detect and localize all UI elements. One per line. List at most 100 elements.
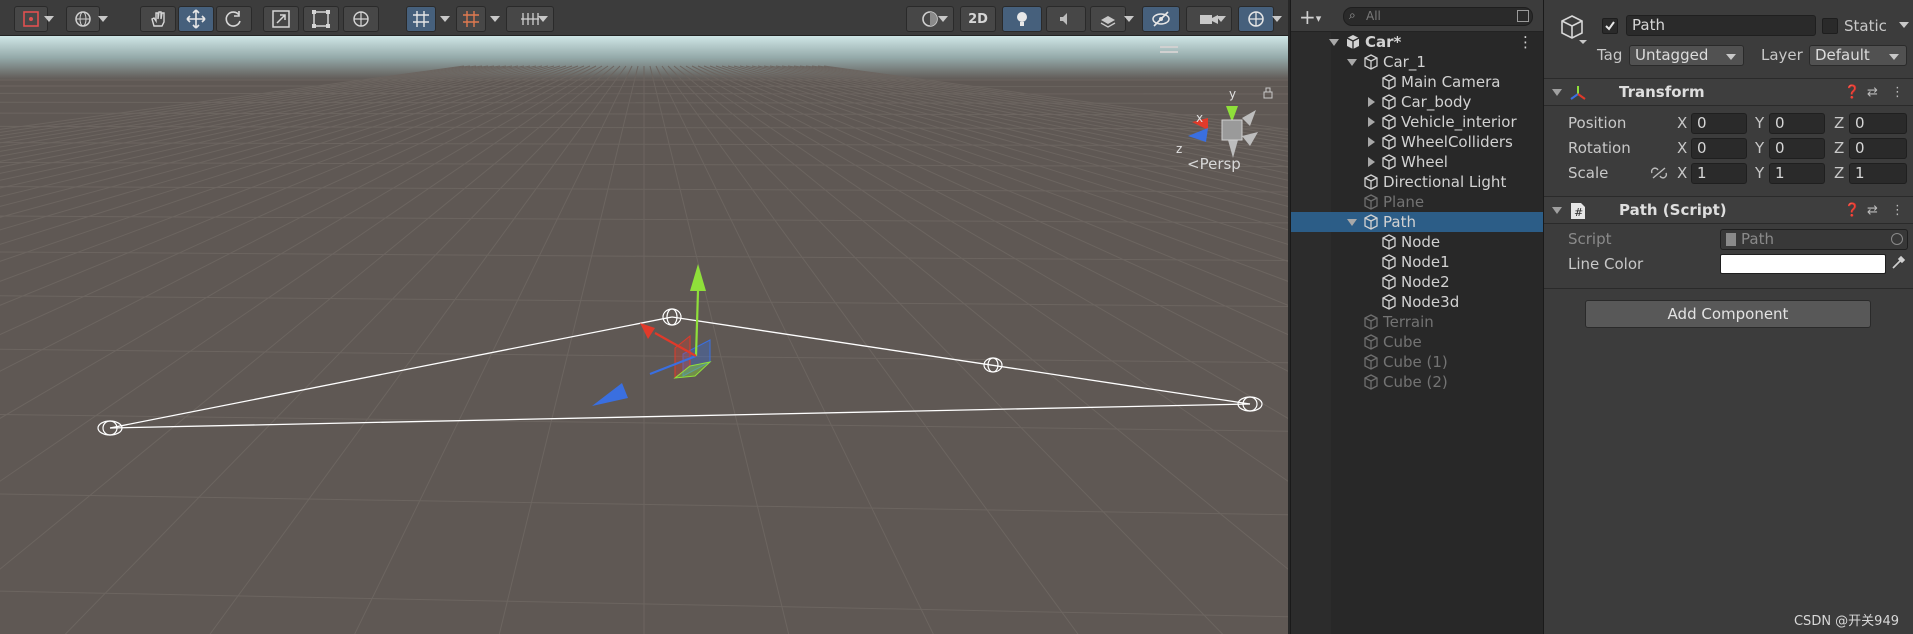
static-label: Static xyxy=(1844,17,1887,35)
rect-tool-button[interactable] xyxy=(303,6,339,32)
hierarchy-item[interactable]: Node3d xyxy=(1291,292,1543,312)
hand-tool-button[interactable] xyxy=(140,6,176,32)
object-name-field[interactable]: Path xyxy=(1626,15,1816,36)
hierarchy-item[interactable]: Cube (2) xyxy=(1291,372,1543,392)
hierarchy-item[interactable]: WheelColliders xyxy=(1291,132,1543,152)
kebab-menu-icon[interactable]: ⋮ xyxy=(1891,85,1904,100)
scale-z-field[interactable]: 1 xyxy=(1849,163,1907,184)
hierarchy-item[interactable]: Node1 xyxy=(1291,252,1543,272)
kebab-menu-icon[interactable]: ⋮ xyxy=(1518,32,1533,52)
scale-tool-button[interactable] xyxy=(263,6,299,32)
chevron-down-icon[interactable] xyxy=(440,16,450,22)
chevron-down-icon[interactable] xyxy=(538,16,548,22)
audio-toggle-button[interactable] xyxy=(1046,6,1086,32)
scene-search-icon[interactable] xyxy=(1517,10,1529,22)
object-picker-icon[interactable] xyxy=(1891,233,1903,245)
gizmo-center-cube[interactable] xyxy=(1221,119,1243,141)
rotate-tool-button[interactable] xyxy=(216,6,252,32)
hierarchy-item-label: Directional Light xyxy=(1383,173,1507,191)
persp-arrow-icon: < xyxy=(1187,155,1200,173)
hierarchy-item[interactable]: Terrain xyxy=(1291,312,1543,332)
position-x-field[interactable]: 0 xyxy=(1691,113,1747,134)
hierarchy-item[interactable]: Main Camera xyxy=(1291,72,1543,92)
chevron-down-icon[interactable] xyxy=(1216,16,1226,22)
expand-arrow-icon[interactable] xyxy=(1347,59,1357,66)
chevron-down-icon[interactable] xyxy=(98,16,108,22)
collapse-arrow-icon[interactable] xyxy=(1368,97,1375,107)
projection-label[interactable]: <Persp xyxy=(1187,155,1241,173)
hierarchy-item[interactable]: Node2 xyxy=(1291,272,1543,292)
active-checkbox[interactable] xyxy=(1602,18,1618,34)
static-checkbox[interactable] xyxy=(1822,18,1838,34)
collapse-arrow-icon[interactable] xyxy=(1368,137,1375,147)
position-y-field[interactable]: 0 xyxy=(1769,113,1825,134)
line-color-swatch[interactable] xyxy=(1720,254,1886,274)
hierarchy-item[interactable]: Node xyxy=(1291,232,1543,252)
globe-icon xyxy=(75,11,91,27)
hierarchy-item[interactable]: Cube (1) xyxy=(1291,352,1543,372)
hierarchy-item[interactable]: Plane xyxy=(1291,192,1543,212)
effects-button[interactable] xyxy=(1090,6,1126,32)
rotation-y-field[interactable]: 0 xyxy=(1769,138,1825,159)
hamburger-icon[interactable] xyxy=(1160,46,1178,53)
increment-snap-button[interactable] xyxy=(456,6,486,32)
expand-arrow-icon[interactable] xyxy=(1329,39,1339,46)
script-file-icon: # xyxy=(1571,203,1585,219)
lighting-toggle-button[interactable] xyxy=(1002,6,1042,32)
chevron-down-icon[interactable] xyxy=(938,16,948,22)
hidden-objects-toggle[interactable] xyxy=(1142,6,1180,32)
fold-arrow-icon[interactable] xyxy=(1552,89,1562,96)
2d-toggle-button[interactable]: 2D xyxy=(960,6,996,32)
path-script-header[interactable]: # Path (Script) ❓ ⇄ ⋮ xyxy=(1544,196,1913,224)
hierarchy-item[interactable]: Car_1 xyxy=(1291,52,1543,72)
layer-label: Layer xyxy=(1761,46,1803,64)
hierarchy-item[interactable]: Car_body xyxy=(1291,92,1543,112)
collapse-arrow-icon[interactable] xyxy=(1368,117,1375,127)
tag-dropdown[interactable]: Untagged xyxy=(1629,45,1744,66)
hierarchy-item[interactable]: Directional Light xyxy=(1291,172,1543,192)
scale-x-field[interactable]: 1 xyxy=(1691,163,1747,184)
constrain-proportions-icon[interactable] xyxy=(1650,166,1668,180)
scene-view[interactable]: 2D y x z <Persp xyxy=(0,0,1288,634)
rotation-z-field[interactable]: 0 xyxy=(1849,138,1907,159)
axis-label-z: Z xyxy=(1834,139,1845,157)
hierarchy-item[interactable]: Wheel xyxy=(1291,152,1543,172)
chevron-down-icon[interactable] xyxy=(1124,16,1134,22)
collapse-arrow-icon[interactable] xyxy=(1368,157,1375,167)
hierarchy-item[interactable]: Cube xyxy=(1291,332,1543,352)
gameobject-cube-icon xyxy=(1382,294,1396,310)
snap-button[interactable] xyxy=(406,6,436,32)
chevron-down-icon[interactable] xyxy=(490,16,500,22)
gizmos-button[interactable] xyxy=(1238,6,1274,32)
global-local-button[interactable] xyxy=(66,6,100,32)
position-z-field[interactable]: 0 xyxy=(1849,113,1907,134)
chevron-down-icon[interactable] xyxy=(44,16,54,22)
hierarchy-search-input[interactable]: ⌕ All xyxy=(1343,7,1533,26)
help-icon[interactable]: ❓ xyxy=(1844,203,1860,218)
scale-y-field[interactable]: 1 xyxy=(1769,163,1825,184)
hierarchy-item[interactable]: Vehicle_interior xyxy=(1291,112,1543,132)
gameobject-cube-icon[interactable] xyxy=(1559,13,1589,45)
add-component-button[interactable]: Add Component xyxy=(1585,300,1871,328)
transform-tool-button[interactable] xyxy=(343,6,379,32)
presets-icon[interactable]: ⇄ xyxy=(1867,85,1878,100)
eyedropper-icon[interactable] xyxy=(1890,255,1906,271)
kebab-menu-icon[interactable]: ⋮ xyxy=(1891,203,1904,218)
hierarchy-item[interactable]: Car* ⋮ xyxy=(1291,32,1543,52)
hierarchy-item-label: Car_body xyxy=(1401,93,1472,111)
move-tool-button[interactable] xyxy=(178,6,214,32)
chevron-down-icon[interactable] xyxy=(1899,22,1909,28)
gameobject-cube-icon xyxy=(1382,234,1396,250)
scene-canvas[interactable]: y x z xyxy=(0,36,1288,634)
expand-arrow-icon[interactable] xyxy=(1347,219,1357,226)
rotation-x-field[interactable]: 0 xyxy=(1691,138,1747,159)
fold-arrow-icon[interactable] xyxy=(1552,207,1562,214)
help-icon[interactable]: ❓ xyxy=(1844,85,1860,100)
transform-header[interactable]: Transform ❓ ⇄ ⋮ xyxy=(1544,78,1913,106)
presets-icon[interactable]: ⇄ xyxy=(1867,203,1878,218)
hierarchy-item[interactable]: Path xyxy=(1291,212,1543,232)
add-object-button[interactable]: +▾ xyxy=(1299,5,1321,29)
chevron-down-icon[interactable] xyxy=(1272,16,1282,22)
layer-dropdown[interactable]: Default xyxy=(1809,45,1907,66)
draw-mode-button[interactable] xyxy=(14,6,48,32)
